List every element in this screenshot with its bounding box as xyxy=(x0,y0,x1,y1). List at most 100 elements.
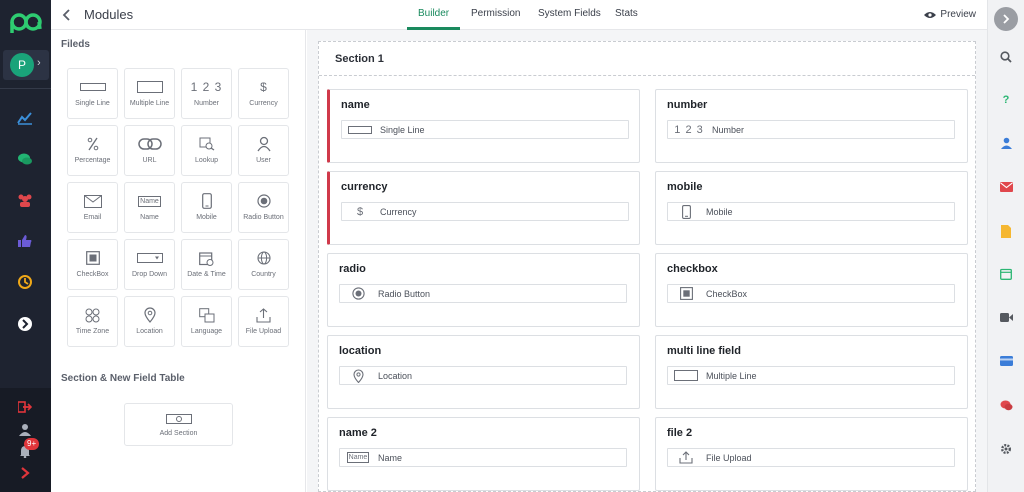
top-header: Modules Builder Permission System Fields… xyxy=(51,0,987,30)
tile-label: Currency xyxy=(249,100,278,107)
checkbox-icon xyxy=(674,287,698,301)
field-type-label: Multiple Line xyxy=(706,370,757,381)
field-tile-currency[interactable]: $ Currency xyxy=(238,68,289,119)
field-preview-input: Radio Button xyxy=(339,284,627,303)
field-tile-mobile[interactable]: Mobile xyxy=(181,182,232,233)
tab-stats[interactable]: Stats xyxy=(615,8,638,19)
tab-system-fields[interactable]: System Fields xyxy=(538,8,601,19)
field-card-location[interactable]: location Location xyxy=(327,335,640,409)
field-card-number[interactable]: number 1 2 3 Number xyxy=(655,89,968,163)
preview-button[interactable]: Preview xyxy=(924,9,976,20)
radio-icon xyxy=(346,287,370,301)
help-icon[interactable]: ? xyxy=(997,91,1015,109)
field-tile-lookup[interactable]: Lookup xyxy=(181,125,232,176)
field-card-checkbox[interactable]: checkbox CheckBox xyxy=(655,253,968,327)
field-name: location xyxy=(339,345,382,357)
field-tile-radio-button[interactable]: Radio Button xyxy=(238,182,289,233)
field-tile-percentage[interactable]: Percentage xyxy=(67,125,118,176)
field-card-name[interactable]: name Single Line xyxy=(327,89,640,163)
tile-label: Location xyxy=(136,328,163,335)
mail-icon[interactable] xyxy=(997,178,1015,196)
search-icon[interactable] xyxy=(997,48,1015,66)
field-card-mobile[interactable]: mobile Mobile xyxy=(655,171,968,245)
field-tile-number[interactable]: 1 2 3 Number xyxy=(181,68,232,119)
checkbox-icon xyxy=(68,249,117,267)
tab-builder[interactable]: Builder xyxy=(418,8,449,19)
logout-icon[interactable] xyxy=(14,396,36,418)
arrow-right-circle-icon[interactable] xyxy=(14,313,36,335)
settings-icon[interactable] xyxy=(997,440,1015,458)
lookup-icon xyxy=(182,135,231,153)
user-icon xyxy=(239,135,288,153)
field-card-multi-line-field[interactable]: multi line field Multiple Line xyxy=(655,335,968,409)
avatar: P xyxy=(10,53,34,77)
add-section-button[interactable]: Add Section xyxy=(124,403,233,446)
chart-line-icon[interactable] xyxy=(14,107,36,129)
chevron-right-icon[interactable] xyxy=(14,462,36,484)
tile-label: Time Zone xyxy=(75,328,110,335)
history-icon[interactable] xyxy=(14,271,36,293)
field-tile-country[interactable]: Country xyxy=(238,239,289,290)
field-tile-email[interactable]: Email xyxy=(67,182,118,233)
contacts-icon[interactable] xyxy=(997,134,1015,152)
field-tile-drop-down[interactable]: Drop Down xyxy=(124,239,175,290)
tile-label: Percentage xyxy=(74,157,111,164)
field-card-name-2[interactable]: name 2 Name Name xyxy=(327,417,640,491)
profile-switcher[interactable]: P › xyxy=(3,50,49,80)
field-name: currency xyxy=(341,181,388,193)
field-tile-time-zone[interactable]: Time Zone xyxy=(67,296,118,347)
field-name: name 2 xyxy=(339,427,377,439)
field-tile-location[interactable]: Location xyxy=(124,296,175,347)
multiple-line-icon xyxy=(674,369,698,383)
field-tile-single-line[interactable]: Single Line xyxy=(67,68,118,119)
field-type-label: Number xyxy=(712,124,745,135)
field-name: mobile xyxy=(667,181,703,193)
time-zone-icon xyxy=(68,306,117,324)
preview-label: Preview xyxy=(940,9,976,20)
add-section-label: Add Section xyxy=(159,430,198,437)
tile-label: Number xyxy=(194,100,219,107)
field-tile-name[interactable]: Name Name xyxy=(124,182,175,233)
card-icon[interactable] xyxy=(997,352,1015,370)
field-tile-language[interactable]: Language xyxy=(181,296,232,347)
chat-icon[interactable] xyxy=(997,396,1015,414)
builder-canvas: Section 1 name Single Line number 1 2 3 … xyxy=(307,30,987,492)
single-line-icon xyxy=(348,123,372,137)
field-tile-user[interactable]: User xyxy=(238,125,289,176)
field-type-label: Radio Button xyxy=(378,288,431,299)
users-icon[interactable] xyxy=(14,189,36,211)
video-icon[interactable] xyxy=(997,308,1015,326)
document-icon[interactable] xyxy=(997,222,1015,240)
tile-label: User xyxy=(256,157,271,164)
section-title: Section 1 xyxy=(335,53,384,65)
field-tile-multiple-line[interactable]: Multiple Line xyxy=(124,68,175,119)
field-card-currency[interactable]: currency $ Currency xyxy=(327,171,640,245)
field-name: number xyxy=(667,99,708,111)
user-icon[interactable] xyxy=(14,418,36,440)
field-tile-url[interactable]: URL xyxy=(124,125,175,176)
field-tile-checkbox[interactable]: CheckBox xyxy=(67,239,118,290)
number-icon: 1 2 3 xyxy=(190,80,223,94)
app-logo[interactable] xyxy=(10,10,42,34)
field-tile-date-time[interactable]: Date & Time xyxy=(181,239,232,290)
collapse-icon[interactable] xyxy=(994,7,1018,31)
upload-icon xyxy=(674,451,698,465)
location-pin-icon xyxy=(346,368,370,383)
currency-icon: $ xyxy=(356,205,364,218)
field-preview-input: Multiple Line xyxy=(667,366,955,385)
chat-bubbles-icon[interactable] xyxy=(14,148,36,170)
field-name: multi line field xyxy=(667,345,741,357)
thumbs-up-icon[interactable] xyxy=(14,230,36,252)
field-card-file-2[interactable]: file 2 File Upload xyxy=(655,417,968,491)
name-tag-icon: Name xyxy=(346,451,370,465)
divider xyxy=(0,88,51,89)
name-tag-glyph: Name xyxy=(346,452,370,463)
field-tile-file-upload[interactable]: File Upload xyxy=(238,296,289,347)
tab-permission[interactable]: Permission xyxy=(471,8,520,19)
field-preview-input: 1 2 3 Number xyxy=(667,120,955,139)
field-card-radio[interactable]: radio Radio Button xyxy=(327,253,640,327)
calendar-icon[interactable] xyxy=(997,265,1015,283)
section-header[interactable]: Section 1 xyxy=(319,42,975,76)
left-sidebar: P › 9+ xyxy=(0,0,51,492)
back-arrow-icon[interactable] xyxy=(60,7,74,23)
